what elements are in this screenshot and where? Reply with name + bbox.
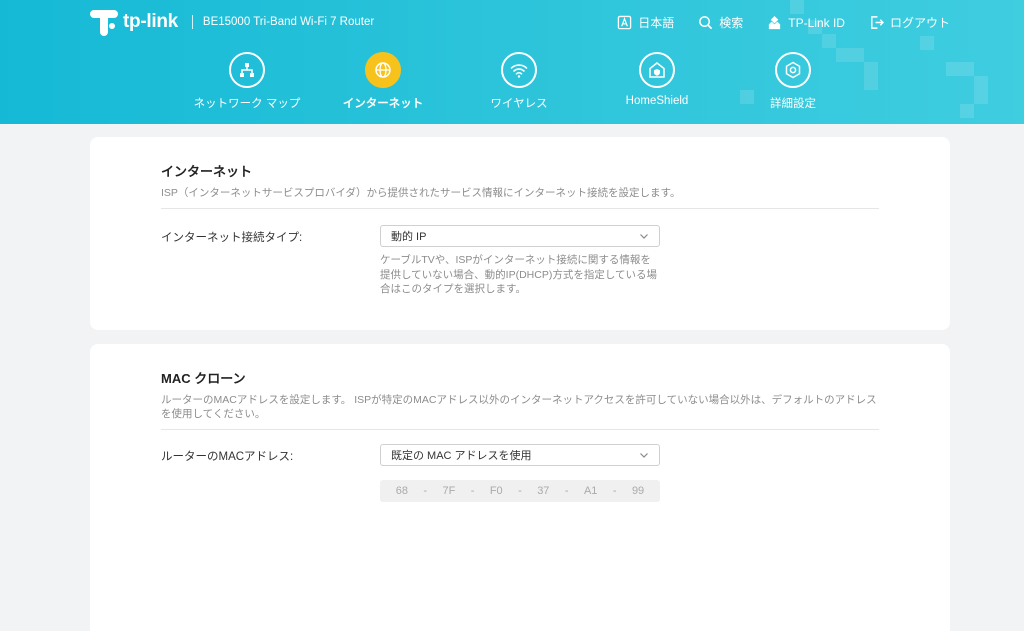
- nav-item-network-map[interactable]: ネットワーク マップ: [182, 52, 312, 111]
- decoration: [920, 36, 934, 50]
- internet-type-select[interactable]: 動的 IP: [380, 225, 660, 247]
- mac-clone-title: MAC クローン: [161, 371, 246, 386]
- internet-title: インターネット: [161, 164, 253, 179]
- language-icon: [618, 15, 632, 30]
- nav-label: HomeShield: [625, 95, 689, 107]
- mac-clone-description: ルーターのMACアドレスを設定します。 ISPが特定のMACアドレス以外のインタ…: [161, 394, 877, 420]
- mac-separator: -: [612, 485, 617, 497]
- chevron-down-icon: [640, 453, 648, 458]
- chevron-down-icon: [640, 234, 648, 239]
- internet-card: インターネット ISP（インターネットサービスプロバイダ）から提供されたサービス…: [90, 137, 950, 330]
- top-links: 日本語 検索 TP-Link ID ログアウト: [617, 14, 950, 31]
- mac-clone-section-header: MAC クローン ルーターのMACアドレスを設定します。 ISPが特定のMACア…: [161, 368, 879, 430]
- logout-icon: [871, 16, 884, 29]
- mac-octet: A1: [583, 485, 598, 497]
- internet-type-row: インターネット接続タイプ: 動的 IP ケーブルTVや、ISPがインターネット接…: [161, 225, 879, 315]
- gear-icon: [775, 52, 811, 88]
- homeshield-icon: [639, 52, 675, 88]
- mac-octet: 99: [631, 485, 645, 497]
- tplink-id-link[interactable]: TP-Link ID: [767, 14, 845, 31]
- mac-octet: 37: [537, 485, 550, 497]
- search-link[interactable]: 検索: [698, 14, 743, 31]
- logout-label: ログアウト: [889, 16, 950, 30]
- mac-address-field: 68 - 7F - F0 - 37 - A1 - 99: [380, 480, 660, 502]
- nav-label: ネットワーク マップ: [193, 98, 301, 110]
- mac-octet: 7F: [442, 485, 456, 497]
- mac-address-select[interactable]: 既定の MAC アドレスを使用: [380, 444, 660, 466]
- divider: [161, 429, 879, 430]
- mac-clone-card: MAC クローン ルーターのMACアドレスを設定します。 ISPが特定のMACア…: [90, 344, 950, 631]
- mac-separator: -: [564, 485, 569, 497]
- logo-text: tp-link: [123, 11, 178, 32]
- mac-address-row: ルーターのMACアドレス: 既定の MAC アドレスを使用 68 - 7F - …: [161, 444, 879, 514]
- wifi-icon: [501, 52, 537, 88]
- search-icon: [699, 16, 713, 30]
- main-nav: ネットワーク マップ インターネット ワイヤレス HomeShield 詳細設定: [0, 52, 1024, 122]
- tplink-logo-icon: [88, 6, 120, 38]
- nav-item-homeshield[interactable]: HomeShield: [592, 52, 722, 107]
- logout-link[interactable]: ログアウト: [869, 14, 950, 31]
- language-label: 日本語: [638, 16, 675, 30]
- internet-type-value: 動的 IP: [391, 231, 427, 243]
- globe-icon: [365, 52, 401, 88]
- tplink-id-label: TP-Link ID: [788, 15, 845, 30]
- mac-separator: -: [470, 485, 475, 497]
- header: tp-link BE15000 Tri-Band Wi-Fi 7 Router …: [0, 0, 1024, 124]
- tplink-id-icon: [769, 15, 781, 30]
- language-link[interactable]: 日本語: [617, 14, 674, 31]
- nav-label: インターネット: [342, 98, 424, 110]
- mac-separator: -: [518, 485, 522, 497]
- internet-section-header: インターネット ISP（インターネットサービスプロバイダ）から提供されたサービス…: [161, 161, 879, 209]
- nav-label: 詳細設定: [770, 98, 816, 110]
- internet-type-help: ケーブルTVや、ISPがインターネット接続に関する情報を提供していない場合、動的…: [380, 254, 658, 295]
- mac-octet: 68: [395, 485, 408, 497]
- internet-type-label: インターネット接続タイプ:: [161, 232, 303, 244]
- decoration: [790, 0, 804, 14]
- logo-separator: [191, 15, 193, 29]
- mac-separator: -: [423, 485, 428, 497]
- decoration: [822, 34, 836, 48]
- divider: [161, 208, 879, 209]
- nav-item-wireless[interactable]: ワイヤレス: [454, 52, 584, 111]
- mac-address-option: 既定の MAC アドレスを使用: [391, 450, 532, 462]
- product-name: BE15000 Tri-Band Wi-Fi 7 Router: [202, 16, 375, 28]
- nav-item-internet[interactable]: インターネット: [318, 52, 448, 111]
- tplink-logo[interactable]: tp-link BE15000 Tri-Band Wi-Fi 7 Router: [88, 6, 374, 38]
- network-map-icon: [229, 52, 265, 88]
- nav-label: ワイヤレス: [490, 98, 548, 110]
- search-label: 検索: [719, 16, 744, 30]
- mac-octet: F0: [489, 485, 503, 497]
- nav-item-advanced[interactable]: 詳細設定: [728, 52, 858, 111]
- internet-description: ISP（インターネットサービスプロバイダ）から提供されたサービス情報にインターネ…: [161, 187, 681, 199]
- mac-address-label: ルーターのMACアドレス:: [161, 451, 294, 463]
